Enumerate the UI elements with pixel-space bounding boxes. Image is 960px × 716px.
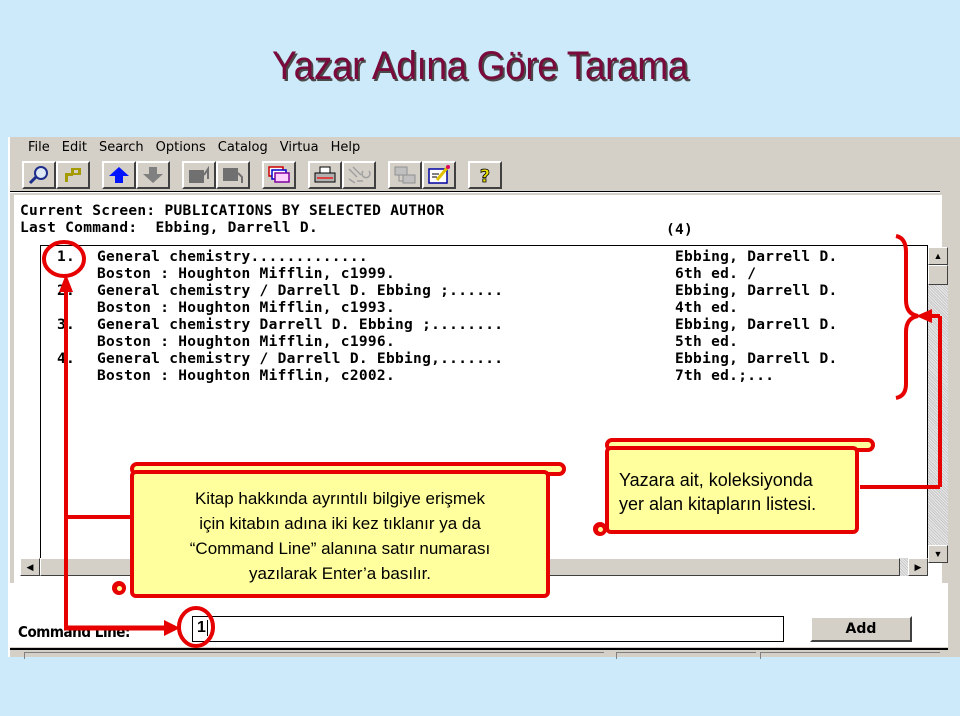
callout-right: Yazara ait, koleksiyonda yer alan kitapl… — [605, 446, 859, 534]
stacked-windows-icon — [268, 166, 290, 183]
arrow-up-icon — [109, 167, 129, 183]
status-bar — [10, 648, 948, 659]
command-line-input[interactable]: 1 — [192, 616, 784, 642]
print-button[interactable] — [308, 161, 342, 189]
result-count: (4) — [666, 222, 694, 238]
scroll-right-button[interactable]: ▶ — [908, 558, 928, 576]
next-button[interactable] — [136, 161, 170, 189]
status-panel-main — [24, 652, 604, 659]
printer-icon — [314, 166, 336, 183]
svg-text:?: ? — [480, 166, 490, 185]
result-number: 2. — [57, 283, 76, 299]
search-magnifier-icon — [28, 166, 48, 185]
command-line-label: Command Line: — [18, 623, 130, 641]
edit-record-icon — [428, 165, 450, 184]
windows-button[interactable] — [262, 161, 296, 189]
vertical-scroll-thumb[interactable] — [928, 265, 948, 285]
result-author: Ebbing, Darrell D. — [675, 351, 838, 367]
export-icon — [189, 165, 209, 183]
result-edition: 4th ed. — [675, 300, 739, 316]
triangle-right-icon: ▶ — [914, 561, 922, 572]
menu-virtua[interactable]: Virtua — [274, 139, 325, 157]
status-panel-3 — [760, 652, 940, 659]
add-button[interactable]: Add — [810, 616, 912, 642]
toolbar-divider — [10, 191, 940, 193]
triangle-left-icon: ◀ — [26, 561, 34, 572]
menu-catalog[interactable]: Catalog — [212, 139, 274, 157]
callout-left: Kitap hakkında ayrıntılı bilgiye erişmek… — [130, 470, 550, 598]
result-publisher: Boston : Houghton Mifflin, c2002. — [97, 368, 395, 384]
menu-help[interactable]: Help — [325, 139, 367, 157]
transfer-icon — [394, 166, 416, 184]
search-button[interactable] — [22, 161, 56, 189]
arrow-down-icon — [143, 167, 163, 183]
last-command-label: Last Command: Ebbing, Darrell D. — [20, 220, 318, 236]
callout-left-line: Kitap hakkında ayrıntılı bilgiye erişmek — [194, 489, 486, 508]
current-screen-label: Current Screen: PUBLICATIONS BY SELECTED… — [20, 203, 445, 219]
menu-file[interactable]: File — [22, 139, 56, 157]
result-number: 1. — [57, 249, 76, 265]
result-author: Ebbing, Darrell D. — [675, 317, 838, 333]
result-number: 3. — [57, 317, 76, 333]
help-question-icon: ? — [479, 166, 490, 185]
callout-left-line: için kitabın adına iki kez tıklanır ya d… — [199, 514, 481, 533]
import-button[interactable] — [216, 161, 250, 189]
result-publisher: Boston : Houghton Mifflin, c1999. — [97, 266, 395, 282]
menu-search[interactable]: Search — [93, 139, 150, 157]
result-edition: 7th ed.;... — [675, 368, 775, 384]
help-button[interactable]: ? — [468, 161, 502, 189]
result-publisher: Boston : Houghton Mifflin, c1996. — [97, 334, 395, 350]
key-button[interactable] — [56, 161, 90, 189]
result-author: Ebbing, Darrell D. — [675, 283, 838, 299]
callout-right-line: Yazara ait, koleksiyonda — [619, 470, 813, 490]
result-title[interactable]: General chemistry Darrell D. Ebbing ;...… — [97, 317, 503, 334]
result-edition: 5th ed. — [675, 334, 739, 350]
circuit-icon — [348, 166, 371, 184]
scroll-up-button[interactable]: ▲ — [928, 247, 948, 265]
triangle-up-icon: ▲ — [933, 251, 943, 261]
scroll-down-button[interactable]: ▼ — [928, 545, 948, 563]
previous-button[interactable] — [102, 161, 136, 189]
result-number: 4. — [57, 351, 76, 367]
import-icon — [223, 168, 243, 183]
status-panel-2 — [616, 652, 756, 659]
triangle-down-icon: ▼ — [933, 549, 943, 559]
result-title[interactable]: General chemistry / Darrell D. Ebbing ;.… — [97, 283, 503, 300]
circuit-button[interactable] — [342, 161, 376, 189]
callout-left-line: “Command Line” alanına satır numarası — [189, 539, 491, 558]
key-icon — [65, 168, 81, 182]
scroll-curl-icon — [593, 522, 607, 536]
result-edition: 6th ed. / — [675, 266, 757, 282]
result-title[interactable]: General chemistry............. — [97, 249, 368, 266]
scroll-curl-icon — [112, 581, 126, 595]
result-author: Ebbing, Darrell D. — [675, 249, 838, 265]
result-title[interactable]: General chemistry / Darrell D. Ebbing,..… — [97, 351, 503, 368]
result-publisher: Boston : Houghton Mifflin, c1993. — [97, 300, 395, 316]
transfer-button[interactable] — [388, 161, 422, 189]
scroll-left-button[interactable]: ◀ — [20, 558, 40, 576]
slide-title: Yazar Adına Göre Tarama — [272, 44, 688, 88]
export-button[interactable] — [182, 161, 216, 189]
edit-record-button[interactable] — [422, 161, 456, 189]
vertical-scrollbar[interactable]: ▲ ▼ — [928, 247, 948, 563]
menu-bar: File Edit Search Options Catalog Virtua … — [22, 139, 366, 157]
menu-edit[interactable]: Edit — [56, 139, 93, 157]
callout-right-line: yer alan kitapların listesi. — [619, 494, 817, 514]
callout-left-line: yazılarak Enter’a basılır. — [248, 564, 432, 583]
menu-options[interactable]: Options — [150, 139, 212, 157]
